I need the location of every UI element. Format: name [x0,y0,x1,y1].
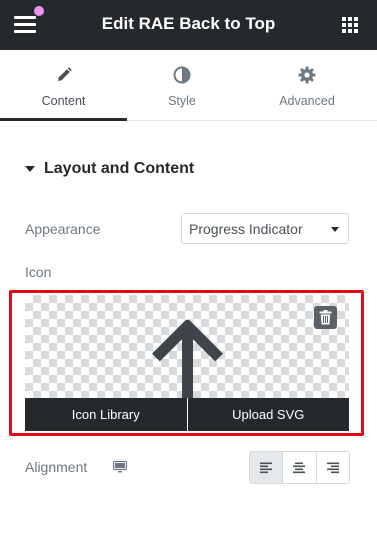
appearance-select-value: Progress Indicator [189,221,303,237]
alignment-label: Alignment [25,459,88,475]
alignment-choices [249,451,350,484]
icon-picker[interactable]: Icon Library Upload SVG [25,295,349,431]
appearance-select[interactable]: Progress Indicator [181,213,349,244]
tab-style-label: Style [168,94,196,108]
icon-actions: Icon Library Upload SVG [25,398,349,431]
upload-svg-button[interactable]: Upload SVG [186,398,350,431]
tab-content[interactable]: Content [0,50,127,121]
caret-down-icon[interactable] [25,166,35,172]
panel-tabs: Content Style Advanced [0,50,377,121]
tab-advanced[interactable]: Advanced [237,50,377,121]
section-title[interactable]: Layout and Content [44,160,194,178]
tab-advanced-label: Advanced [279,94,335,108]
hamburger-icon[interactable] [14,15,36,34]
align-left-button[interactable] [250,452,283,483]
align-right-button[interactable] [315,452,349,483]
delete-icon-button[interactable] [314,306,337,329]
align-right-icon [326,462,339,473]
pencil-icon [57,67,72,81]
panel-title: Edit RAE Back to Top [101,14,276,33]
icon-library-button[interactable]: Icon Library [25,398,187,431]
icon-label: Icon [25,264,52,280]
align-left-icon [260,462,273,473]
gear-icon [298,66,316,84]
contrast-icon [173,66,191,84]
tab-style[interactable]: Style [127,50,237,121]
arrow-up-icon [152,320,223,400]
desktop-icon[interactable] [113,461,127,473]
tab-content-label: Content [41,94,86,108]
grid-icon[interactable] [342,17,358,33]
align-center-icon [293,462,306,473]
trash-icon [319,310,332,325]
notification-dot [34,6,44,16]
chevron-down-icon [331,227,339,232]
align-center-button[interactable] [282,452,315,483]
editor-header: Edit RAE Back to Top [0,0,377,50]
appearance-label: Appearance [25,221,101,237]
